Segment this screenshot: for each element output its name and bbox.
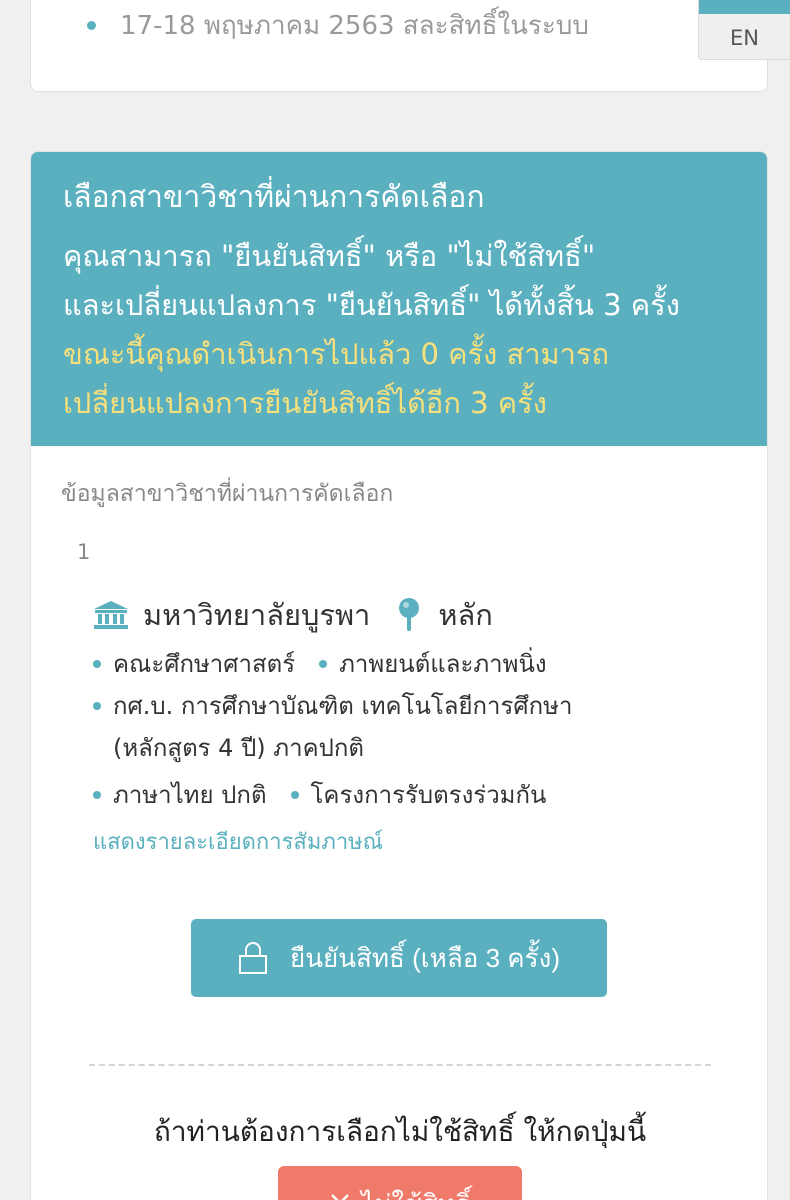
confirm-right-label: ยืนยันสิทธิ์ (เหลือ 3 ครั้ง): [290, 942, 560, 973]
interview-details-link[interactable]: แสดงรายละเอียดการสัมภาษณ์: [93, 824, 383, 859]
location-pin-icon: [399, 598, 420, 631]
decline-right-button[interactable]: ไม่ใช้สิทธิ์: [278, 1166, 522, 1200]
bullet-dot: [290, 791, 299, 799]
bullet-dot: [93, 660, 101, 668]
date-bullet-text: 17-18 พฤษภาคม 2563 สละสิทธิ์ในระบบ: [120, 11, 589, 41]
language-option-en[interactable]: EN: [699, 14, 790, 50]
selection-card: เลือกสาขาวิชาที่ผ่านการคัดเลือก คุณสามาร…: [30, 151, 768, 1200]
bullet-dot: [93, 791, 101, 799]
banner-status-2: เปลี่ยนแปลงการยืนยันสิทธิ์ได้อีก 3 ครั้ง: [63, 386, 547, 420]
decline-right-label: ไม่ใช้สิทธิ์: [361, 1184, 470, 1200]
confirm-right-button[interactable]: ยืนยันสิทธิ์ (เหลือ 3 ครั้ง): [191, 919, 607, 997]
campus-name: หลัก: [438, 598, 493, 632]
program-language: ภาษาไทย ปกติ: [113, 781, 267, 809]
bullet-dot: [87, 21, 96, 30]
banner-instruction-2: และเปลี่ยนแปลงการ "ยืนยันสิทธิ์" ได้ทั้ง…: [63, 288, 680, 322]
university-row: มหาวิทยาลัยบูรพา หลัก: [93, 592, 493, 638]
banner-instruction-1: คุณสามารถ "ยืนยันสิทธิ์" หรือ "ไม่ใช้สิท…: [63, 239, 596, 273]
program-name-line-1: กศ.บ. การศึกษาบัณฑิต เทคโนโลยีการศึกษา: [113, 692, 573, 720]
major-name: ภาพยนต์และภาพนิ่ง: [339, 650, 547, 678]
language-option-th[interactable]: [699, 0, 790, 14]
divider: [89, 1064, 711, 1066]
previous-info-card: 17-18 พฤษภาคม 2563 สละสิทธิ์ในระบบ: [30, 0, 768, 92]
banner-title: เลือกสาขาวิชาที่ผ่านการคัดเลือก: [63, 180, 485, 215]
university-icon: [94, 601, 128, 629]
item-index: 1: [77, 540, 91, 564]
decline-prompt: ถ้าท่านต้องการเลือกไม่ใช้สิทธิ์ ให้กดปุ่…: [153, 1115, 647, 1148]
bullet-dot: [93, 702, 101, 710]
bullet-dot: [319, 660, 328, 668]
language-switcher: EN: [698, 0, 790, 60]
section-label: ข้อมูลสาขาวิชาที่ผ่านการคัดเลือก: [61, 481, 394, 507]
lock-icon: [239, 942, 268, 974]
admission-project: โครงการรับตรงร่วมกัน: [310, 781, 547, 809]
university-name: มหาวิทยาลัยบูรพา: [143, 598, 371, 632]
program-name-line-2: (หลักสูตร 4 ปี) ภาคปกติ: [113, 734, 365, 762]
close-icon: [331, 1194, 350, 1200]
date-bullet: 17-18 พฤษภาคม 2563 สละสิทธิ์ในระบบ: [87, 5, 589, 46]
banner-status-1: ขณะนี้คุณดำเนินการไปแล้ว 0 ครั้ง สามารถ: [63, 337, 610, 371]
language-project-row: ภาษาไทย ปกติ โครงการรับตรงร่วมกัน: [93, 774, 546, 816]
faculty-major-row: คณะศึกษาศาสตร์ ภาพยนต์และภาพนิ่ง: [93, 643, 547, 685]
instruction-banner: เลือกสาขาวิชาที่ผ่านการคัดเลือก คุณสามาร…: [31, 152, 767, 446]
faculty-name: คณะศึกษาศาสตร์: [113, 650, 296, 678]
program-row: กศ.บ. การศึกษาบัณฑิต เทคโนโลยีการศึกษา (…: [93, 685, 572, 769]
